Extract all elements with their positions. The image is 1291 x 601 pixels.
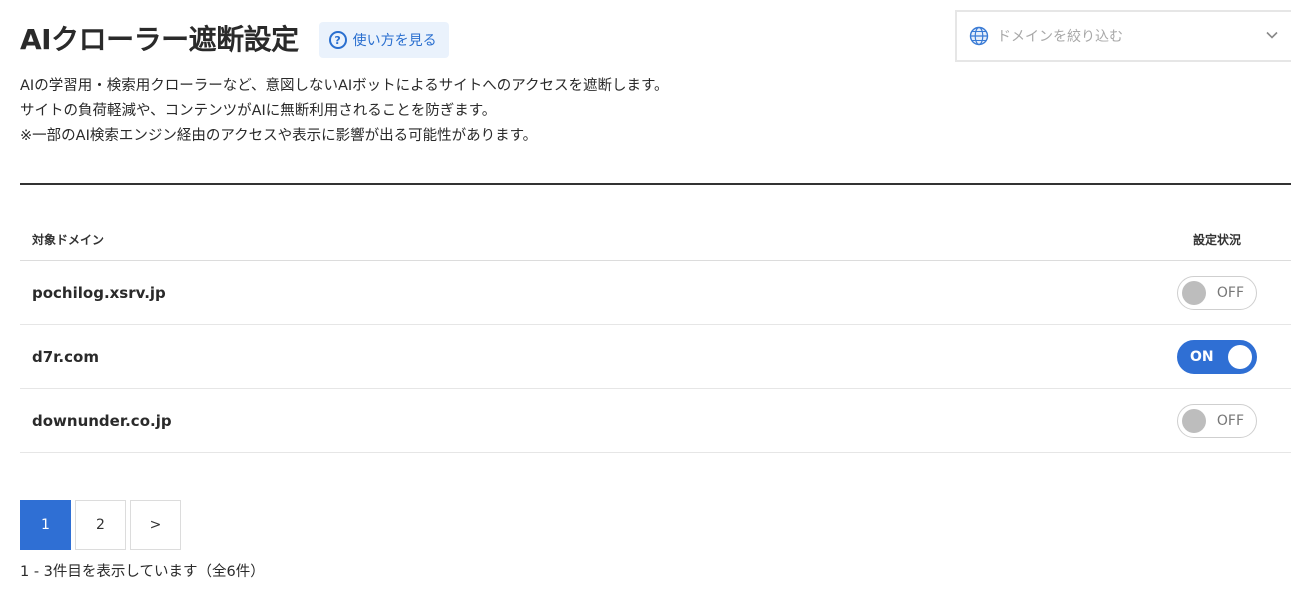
toggle-label: OFF xyxy=(1216,284,1244,301)
help-button-label: 使い方を見る xyxy=(352,33,437,49)
column-header-status: 設定状況 xyxy=(1192,232,1241,247)
status-cell: OFF xyxy=(1151,275,1291,310)
section-divider xyxy=(20,183,1291,185)
description-line-2: サイトの負荷軽減や、コンテンツがAIに無断利用されることを防ぎます。 xyxy=(20,103,497,119)
table-header: 対象ドメイン 設定状況 xyxy=(20,218,1291,261)
domain-name: downunder.co.jp xyxy=(32,411,172,430)
table-row: downunder.co.jp OFF xyxy=(20,389,1291,453)
title-row: AIクローラー遮断設定 ? 使い方を見る xyxy=(20,20,449,60)
chevron-down-icon xyxy=(1265,28,1279,42)
table-row: d7r.com ON xyxy=(20,325,1291,389)
page: AIクローラー遮断設定 ? 使い方を見る ドメインを絞り込む AIの学習用・検索… xyxy=(0,0,1291,601)
toggle-knob xyxy=(1182,280,1206,305)
domain-name: pochilog.xsrv.jp xyxy=(32,283,166,302)
toggle-knob xyxy=(1182,408,1206,433)
domain-table: 対象ドメイン 設定状況 pochilog.xsrv.jp OFF d7r.com… xyxy=(20,218,1291,453)
toggle-knob xyxy=(1228,344,1252,369)
table-row: pochilog.xsrv.jp OFF xyxy=(20,261,1291,325)
domain-filter-select[interactable]: ドメインを絞り込む xyxy=(955,10,1291,62)
status-toggle[interactable]: ON xyxy=(1177,339,1257,374)
domain-filter-placeholder: ドメインを絞り込む xyxy=(997,29,1123,45)
status-cell: ON xyxy=(1151,339,1291,374)
pagination: 1 2 > xyxy=(20,500,185,550)
result-summary: 1 - 3件目を表示しています（全6件） xyxy=(20,564,265,580)
page-title: AIクローラー遮断設定 xyxy=(20,23,299,56)
question-circle-icon: ? xyxy=(328,31,347,49)
status-cell: OFF xyxy=(1151,403,1291,438)
globe-icon xyxy=(969,26,989,46)
status-toggle[interactable]: OFF xyxy=(1177,275,1257,310)
help-button[interactable]: ? 使い方を見る xyxy=(318,22,449,58)
page-button-1[interactable]: 1 xyxy=(20,500,71,550)
next-page-button[interactable]: > xyxy=(130,500,181,550)
description: AIの学習用・検索用クローラーなど、意図しないAIボットによるサイトへのアクセス… xyxy=(20,74,669,149)
domain-name: d7r.com xyxy=(32,347,99,366)
toggle-label: OFF xyxy=(1216,412,1244,429)
toggle-label: ON xyxy=(1190,348,1214,365)
page-button-2[interactable]: 2 xyxy=(75,500,126,550)
column-header-domain: 対象ドメイン xyxy=(32,232,105,247)
status-toggle[interactable]: OFF xyxy=(1177,403,1257,438)
description-line-1: AIの学習用・検索用クローラーなど、意図しないAIボットによるサイトへのアクセス… xyxy=(20,78,669,94)
description-line-3: ※一部のAI検索エンジン経由のアクセスや表示に影響が出る可能性があります。 xyxy=(20,128,538,144)
